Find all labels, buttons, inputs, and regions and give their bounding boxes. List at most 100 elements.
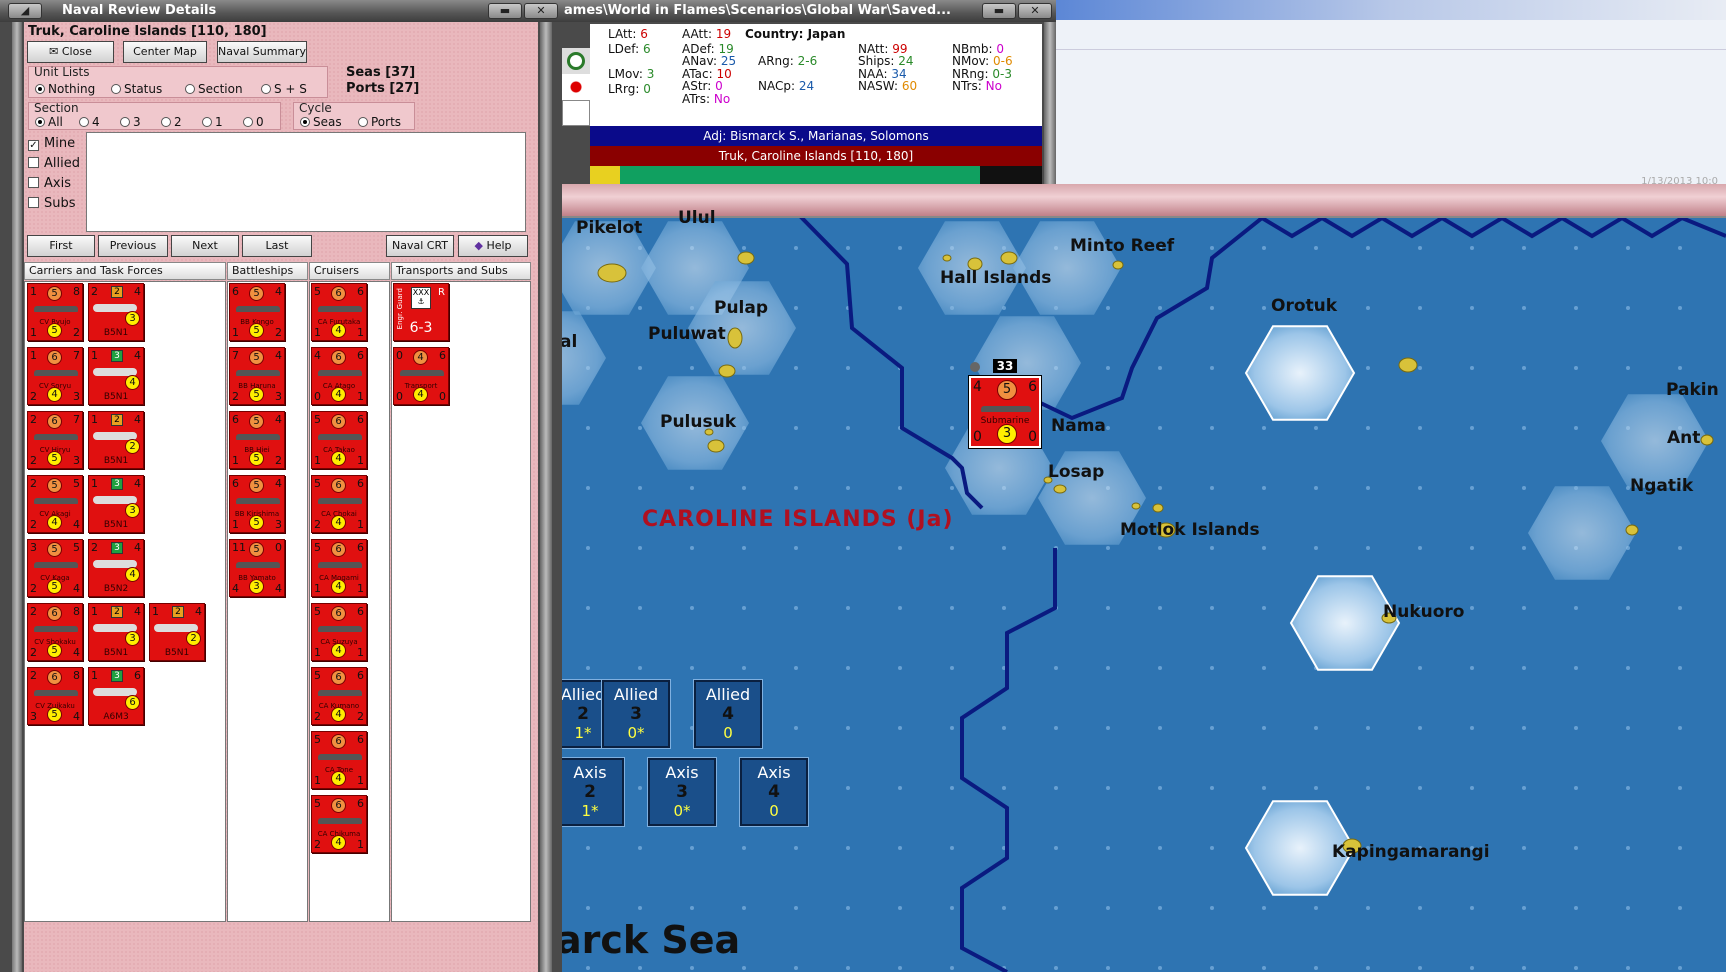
- cruiser-counter[interactable]: 5 6 6 CA Kumano 2 4 2: [311, 667, 367, 725]
- submarine-counter[interactable]: 4 5 6 Submarine 0 3 0: [968, 375, 1042, 449]
- battleship-counter[interactable]: 7 5 4 BB Haruna 2 5 3: [229, 347, 285, 405]
- radio-nothing[interactable]: Nothing: [35, 82, 95, 96]
- cruiser-counter[interactable]: 4 6 6 CA Atago 0 4 1: [311, 347, 367, 405]
- previous-button[interactable]: Previous: [98, 235, 168, 257]
- filter-axis[interactable]: Axis: [28, 176, 71, 191]
- control-box-axis-4[interactable]: Axis 4 0: [739, 757, 809, 827]
- section-0[interactable]: 0: [243, 115, 264, 129]
- carrier-counter[interactable]: 2 6 7 CV Hiryu 2 5 3: [27, 411, 83, 469]
- close-window-icon[interactable]: ✕: [524, 3, 558, 19]
- air-unit-counter[interactable]: 1 3 6 6 A6M3: [88, 667, 144, 725]
- cruiser-counter[interactable]: 5 6 6 CA Chikuma 2 4 1: [311, 795, 367, 853]
- cruiser-counter[interactable]: 5 6 6 CA Takao 1 4 1: [311, 411, 367, 469]
- first-button[interactable]: First: [27, 235, 95, 257]
- naval-crt-button[interactable]: Naval CRT: [386, 235, 454, 257]
- island-label: Pulusuk: [660, 412, 737, 432]
- center-map-button[interactable]: Center Map: [123, 41, 207, 63]
- seas-count: Seas [37]: [346, 65, 416, 80]
- cruiser-counter[interactable]: 5 6 6 CA Mogami 1 4 1: [311, 539, 367, 597]
- cycle-label: Cycle: [299, 101, 332, 115]
- next-button[interactable]: Next: [171, 235, 239, 257]
- section-all[interactable]: All: [35, 115, 63, 129]
- carrier-counter[interactable]: 2 6 8 CV Shokaku 2 5 4: [27, 603, 83, 661]
- map-top-band: [562, 184, 1726, 218]
- island-label: Ngatik: [1630, 476, 1694, 496]
- filter-subs[interactable]: Subs: [28, 196, 76, 211]
- help-button[interactable]: ◆ Help: [458, 235, 528, 257]
- section-1[interactable]: 1: [202, 115, 223, 129]
- stat-lmov: LMov: 3: [608, 67, 655, 81]
- window-menu-icon[interactable]: ◢: [8, 3, 42, 19]
- location-bar: Truk, Caroline Islands [110, 180]: [590, 146, 1042, 166]
- naval-review-titlebar[interactable]: Naval Review Details ◢ ▬ ✕: [0, 0, 562, 22]
- col-cruisers-header[interactable]: Cruisers: [309, 262, 390, 280]
- filter-mine[interactable]: ✓ Mine: [28, 136, 75, 151]
- right-frame[interactable]: [540, 22, 552, 972]
- carrier-counter[interactable]: 3 5 5 CV Kaga 2 5 4: [27, 539, 83, 597]
- air-unit-counter[interactable]: 2 3 4 4 B5N2: [88, 539, 144, 597]
- section-4[interactable]: 4: [79, 115, 100, 129]
- cycle-seas[interactable]: Seas: [300, 115, 342, 129]
- carrier-counter[interactable]: 1 5 8 CV Ryujo 1 5 2: [27, 283, 83, 341]
- cruiser-counter[interactable]: 5 6 6 CA Chokai 2 4 1: [311, 475, 367, 533]
- carrier-counter[interactable]: 2 5 5 CV Akagi 2 4 4: [27, 475, 83, 533]
- map-hex-layer[interactable]: [562, 218, 1726, 972]
- radio-status[interactable]: Status: [111, 82, 162, 96]
- island-label: Kapingamarangi: [1332, 842, 1490, 862]
- carrier-counter[interactable]: 1 6 7 CV Soryu 2 4 3: [27, 347, 83, 405]
- battleship-counter[interactable]: 11 5 0 BB Yamato 4 3 4: [229, 539, 285, 597]
- stat-ships: Ships: 24: [858, 54, 914, 68]
- col-transports-header[interactable]: Transports and Subs: [391, 262, 531, 280]
- region-label: CAROLINE ISLANDS (Ja): [642, 507, 954, 532]
- air-unit-counter[interactable]: 1 2 4 2 B5N1: [149, 603, 205, 661]
- filter-allied[interactable]: Allied: [28, 156, 80, 171]
- cycle-ports[interactable]: Ports: [358, 115, 401, 129]
- air-unit-counter[interactable]: 1 3 4 3 B5N1: [88, 475, 144, 533]
- island-label: Motlok Islands: [1120, 520, 1260, 540]
- air-unit-counter[interactable]: 1 2 4 3 B5N1: [88, 603, 144, 661]
- stat-atrs: ATrs: No: [682, 92, 731, 106]
- control-box-allied-3[interactable]: Allied 3 0*: [601, 679, 671, 749]
- minimize-icon[interactable]: ▬: [982, 3, 1016, 19]
- section-3[interactable]: 3: [120, 115, 141, 129]
- air-unit-counter[interactable]: 1 3 4 4 B5N1: [88, 347, 144, 405]
- cruiser-counter[interactable]: 5 6 6 CA Suzuya 1 4 1: [311, 603, 367, 661]
- air-unit-counter[interactable]: 2 2 4 3 B5N1: [88, 283, 144, 341]
- island-label: Pulap: [714, 298, 769, 318]
- control-box-axis-3[interactable]: Axis 3 0*: [647, 757, 717, 827]
- close-window-icon[interactable]: ✕: [1018, 3, 1052, 19]
- background-window-top: [1056, 0, 1726, 20]
- last-button[interactable]: Last: [242, 235, 312, 257]
- control-box-allied-4[interactable]: Allied 4 0: [693, 679, 763, 749]
- unit-list-box[interactable]: [86, 132, 526, 232]
- game-map[interactable]: Pikelot Ulul Hall Islands Minto Reef Pulap Pu…: [562, 184, 1726, 972]
- radio-s-plus-s[interactable]: S + S: [261, 82, 307, 96]
- col-carriers-header[interactable]: Carriers and Task Forces: [24, 262, 226, 280]
- country-label: Country: Japan: [745, 27, 846, 41]
- transport-counter[interactable]: 0 4 6 Transport 0 4 0: [393, 347, 449, 405]
- engineer-guard-counter[interactable]: Engr. Guard XXX ⚓ R 6-3: [393, 283, 449, 341]
- air-unit-counter[interactable]: 1 2 4 2 B5N1: [88, 411, 144, 469]
- naval-summary-button[interactable]: Naval Summary: [217, 41, 307, 63]
- adjacent-seas-bar: Adj: Bismarck S., Marianas, Solomons: [590, 126, 1042, 146]
- col-battleships-header[interactable]: Battleships: [227, 262, 308, 280]
- background-window: 1/13/2013 10:0: [1056, 0, 1726, 187]
- minimize-icon[interactable]: ▬: [488, 3, 522, 19]
- radio-section[interactable]: Section: [185, 82, 243, 96]
- battleship-counter[interactable]: 6 5 4 BB Hiei 1 5 2: [229, 411, 285, 469]
- island-label: Pikelot: [576, 218, 643, 238]
- cruiser-counter[interactable]: 5 6 6 CA Furutaka 1 4 1: [311, 283, 367, 341]
- island-label: Minto Reef: [1070, 236, 1175, 256]
- close-icon: ✉: [49, 45, 62, 58]
- island-label: Puluwat: [648, 324, 726, 344]
- battleship-counter[interactable]: 6 5 4 BB Kirishima 1 5 3: [229, 475, 285, 533]
- carrier-counter[interactable]: 2 6 8 CV Zuikaku 3 5 4: [27, 667, 83, 725]
- unit-info-titlebar[interactable]: ames\World in Flames\Scenarios\Global Wa…: [562, 0, 1056, 22]
- battleship-counter[interactable]: 6 5 4 BB Kongo 1 5 2: [229, 283, 285, 341]
- section-2[interactable]: 2: [161, 115, 182, 129]
- control-box-axis-2[interactable]: Axis 2 1*: [562, 757, 625, 827]
- sea-label: arck Sea: [562, 918, 741, 962]
- cruiser-counter[interactable]: 5 6 6 CA Tone 1 4 1: [311, 731, 367, 789]
- stat-lrrg: LRrg: 0: [608, 82, 651, 96]
- close-button[interactable]: ✉ Close: [27, 41, 114, 63]
